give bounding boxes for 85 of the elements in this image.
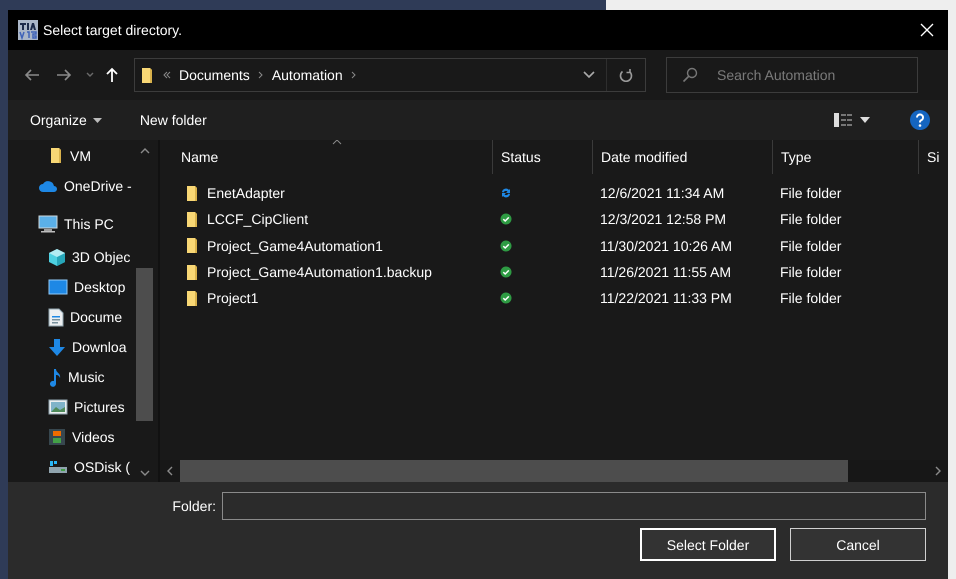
sort-caret-icon (332, 140, 342, 145)
folder-icon (186, 264, 200, 281)
date-modified: 11/30/2021 10:26 AM (599, 238, 734, 254)
folder-icon (186, 210, 200, 228)
chevron-right-icon (258, 71, 264, 79)
organize-button[interactable]: Organize (22, 108, 110, 132)
sidebar-item[interactable]: Desktop (8, 272, 136, 302)
file-name: Project1 (207, 290, 258, 306)
select-folder-button[interactable]: Select Folder (640, 528, 776, 561)
new-folder-button[interactable]: New folder (132, 108, 215, 132)
file-type: File folder (779, 211, 842, 228)
cube-icon (48, 248, 66, 267)
column-header[interactable]: Si (918, 140, 946, 174)
column-header[interactable]: Status (492, 140, 592, 174)
folder-icon (50, 147, 64, 164)
file-name: LCCF_CipClient (207, 211, 308, 228)
file-name: EnetAdapter (207, 185, 285, 202)
document-icon (48, 308, 64, 327)
folder-icon (141, 66, 155, 84)
date-modified: 12/3/2021 12:58 PM (599, 211, 728, 228)
sidebar-item[interactable]: Pictures (8, 392, 136, 422)
column-header[interactable]: Name (172, 140, 492, 174)
column-header[interactable]: Date modified (592, 140, 772, 174)
sidebar-item[interactable]: This PC (8, 206, 136, 242)
file-row[interactable]: Project1 11/22/2021 11:33 PM File folder (160, 285, 948, 312)
breadcrumb-item[interactable]: Documents (179, 65, 250, 85)
date-modified: 11/26/2021 11:55 AM (599, 264, 732, 280)
chevron-up-icon (140, 148, 150, 154)
date-modified: 11/22/2021 11:33 PM (599, 290, 733, 306)
file-row[interactable]: LCCF_CipClient 12/3/2021 12:58 PM File folder (160, 206, 948, 233)
file-type: File folder (779, 185, 842, 202)
address-bar[interactable]: Documents Automation (134, 58, 646, 92)
window-title: Select target directory. (43, 22, 184, 38)
sidebar-item[interactable]: Videos (8, 422, 136, 452)
folder-icon (186, 290, 200, 307)
column-header[interactable]: Type (772, 140, 918, 174)
search-icon (682, 67, 698, 83)
file-row[interactable]: Project_Game4Automation1.backup 11/26/2021 11:55 AM File folder (160, 258, 948, 286)
app-logo-icon (18, 20, 38, 40)
left-arrow-icon (24, 68, 40, 82)
close-icon (920, 23, 934, 37)
file-type: File folder (779, 264, 842, 280)
chevron-right-icon (935, 466, 941, 476)
file-type: File folder (779, 238, 842, 254)
cloud-icon (38, 179, 58, 194)
folder-label: Folder: (172, 498, 216, 514)
caret-icon (860, 117, 870, 123)
file-row[interactable]: EnetAdapter 12/6/2021 11:34 AM File folder (160, 180, 948, 206)
cancel-button[interactable]: Cancel (790, 528, 926, 561)
sidebar-item[interactable]: Downloa (8, 332, 136, 362)
caret-icon (92, 118, 102, 122)
chevron-right-icon (350, 71, 357, 79)
folder-icon (186, 184, 200, 202)
music-note-icon (48, 368, 62, 387)
help-icon (910, 110, 930, 130)
sidebar-item[interactable]: VM (8, 144, 136, 168)
sidebar-item[interactable]: Music (8, 362, 136, 392)
right-arrow-icon (56, 68, 72, 82)
desktop-icon (48, 279, 68, 296)
chevron-left-icon (167, 466, 173, 476)
sidebar-item[interactable]: Docume (8, 302, 136, 332)
sidebar-item[interactable]: 3D Objec (8, 242, 136, 272)
download-arrow-icon (48, 338, 66, 357)
up-arrow-icon (105, 67, 119, 83)
double-chevron-icon (163, 71, 171, 79)
sidebar-item[interactable]: OneDrive - (8, 167, 136, 206)
file-row[interactable]: Project_Game4Automation1 11/30/2021 10:26 AM File folder (160, 232, 948, 259)
chevron-down-icon (86, 72, 94, 78)
drive-icon (48, 459, 68, 476)
breadcrumb-item[interactable]: Automation (272, 65, 343, 85)
chevron-down-icon (140, 470, 150, 476)
search-field[interactable]: Search Automation (666, 57, 918, 93)
folder-icon (186, 237, 200, 254)
file-type: File folder (779, 290, 842, 306)
monitor-icon (38, 214, 58, 233)
film-icon (48, 428, 66, 446)
refresh-icon (619, 68, 633, 82)
details-view-icon (834, 112, 854, 128)
sidebar-item[interactable]: OSDisk ( (8, 452, 136, 482)
picture-icon (48, 399, 68, 416)
chevron-down-icon (582, 71, 594, 79)
file-name: Project_Game4Automation1.backup (207, 264, 432, 280)
folder-input-field[interactable] (222, 492, 926, 520)
file-name: Project_Game4Automation1 (207, 238, 383, 254)
date-modified: 12/6/2021 11:34 AM (599, 185, 726, 202)
